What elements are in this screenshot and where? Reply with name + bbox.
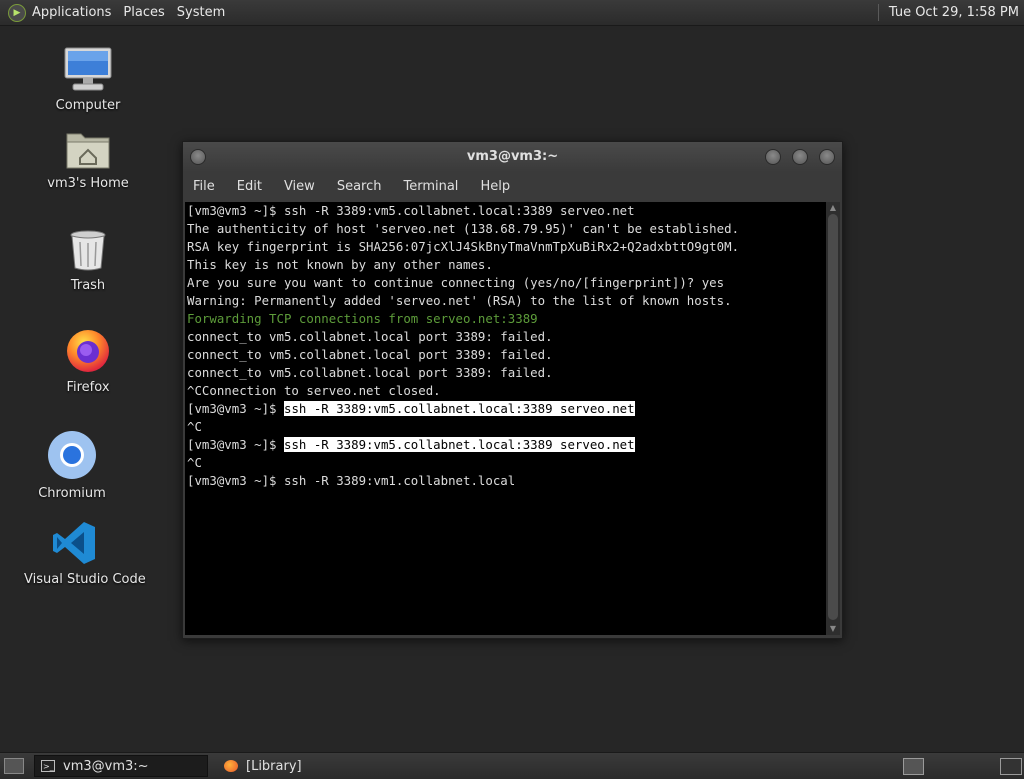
scroll-up-icon[interactable]: ▲ <box>828 203 838 213</box>
terminal-line: Are you sure you want to continue connec… <box>187 275 725 290</box>
desktop-icon-label: Trash <box>70 278 106 293</box>
terminal-line: connect_to vm5.collabnet.local port 3389… <box>187 347 553 362</box>
panel-separator <box>877 4 879 21</box>
menu-search[interactable]: Search <box>326 179 393 194</box>
terminal-line: connect_to vm5.collabnet.local port 3389… <box>187 329 553 344</box>
terminal-output[interactable]: [vm3@vm3 ~]$ ssh -R 3389:vm5.collabnet.l… <box>185 202 826 635</box>
terminal-line: connect_to vm5.collabnet.local port 3389… <box>187 365 553 380</box>
desktop-icon-firefox[interactable]: Firefox <box>38 326 138 395</box>
desktop-icon-label: Visual Studio Code <box>24 572 146 587</box>
prompt: [vm3@vm3 ~]$ <box>187 401 284 416</box>
scroll-down-icon[interactable]: ▼ <box>828 624 838 634</box>
top-panel: ▶ Applications Places System Tue Oct 29,… <box>0 0 1024 26</box>
desktop-icon-vscode[interactable]: Visual Studio Code <box>24 520 146 587</box>
desktop-icon-label: Chromium <box>38 486 106 501</box>
computer-icon <box>64 47 112 91</box>
taskbar-item-library[interactable]: [Library] <box>218 756 308 776</box>
minimize-button[interactable] <box>765 149 781 165</box>
applications-logo-icon[interactable]: ▶ <box>8 3 26 22</box>
menu-terminal[interactable]: Terminal <box>392 179 469 194</box>
terminal-line-current[interactable]: [vm3@vm3 ~]$ ssh -R 3389:vm1.collabnet.l… <box>185 472 826 490</box>
terminal-line: RSA key fingerprint is SHA256:07jcXlJ4Sk… <box>187 239 740 254</box>
firefox-icon <box>224 760 238 772</box>
taskbar-item-terminal[interactable]: >_ vm3@vm3:~ <box>34 755 208 777</box>
clock[interactable]: Tue Oct 29, 1:58 PM <box>889 5 1024 20</box>
terminal-line: ^CConnection to serveo.net closed. <box>187 383 441 398</box>
terminal-line: This key is not known by any other names… <box>187 257 493 272</box>
window-titlebar[interactable]: vm3@vm3:~ <box>183 142 842 172</box>
scrollbar-thumb[interactable] <box>828 214 838 620</box>
terminal-line: [vm3@vm3 ~]$ ssh -R 3389:vm5.collabnet.l… <box>185 436 826 454</box>
desktop-icon-chromium[interactable]: Chromium <box>22 430 122 501</box>
desktop-icon-computer[interactable]: Computer <box>38 46 138 113</box>
desktop-icon-trash[interactable]: Trash <box>38 228 138 293</box>
window-title: vm3@vm3:~ <box>466 149 559 164</box>
terminal-menubar: File Edit View Search Terminal Help <box>183 172 842 200</box>
terminal-icon: >_ <box>41 760 55 772</box>
terminal-line: ^C <box>187 419 202 434</box>
selected-command[interactable]: ssh -R 3389:vm5.collabnet.local:3389 ser… <box>283 437 635 452</box>
desktop-icon-label: Firefox <box>66 380 110 395</box>
taskbar-item-label: vm3@vm3:~ <box>63 758 149 774</box>
menu-file[interactable]: File <box>183 179 226 194</box>
selected-command[interactable]: ssh -R 3389:vm5.collabnet.local:3389 ser… <box>283 401 635 416</box>
home-folder-icon <box>66 133 110 169</box>
terminal-line: Warning: Permanently added 'serveo.net' … <box>187 293 732 308</box>
close-button[interactable] <box>819 149 835 165</box>
terminal-line: [vm3@vm3 ~]$ ssh -R 3389:vm5.collabnet.l… <box>187 203 635 218</box>
menu-places[interactable]: Places <box>117 5 170 20</box>
maximize-button[interactable] <box>792 149 808 165</box>
workspace-1-button[interactable] <box>903 758 924 775</box>
menu-applications[interactable]: Applications <box>30 5 117 20</box>
chromium-icon <box>48 431 96 479</box>
terminal-line: The authenticity of host 'serveo.net (13… <box>187 221 740 236</box>
terminal-scrollbar[interactable]: ▲ ▼ <box>826 202 840 635</box>
firefox-icon <box>67 330 109 372</box>
menu-help[interactable]: Help <box>469 179 521 194</box>
terminal-line-forwarding: Forwarding TCP connections from serveo.n… <box>187 311 538 326</box>
terminal-line: ^C <box>187 455 202 470</box>
desktop-icon-home[interactable]: vm3's Home <box>38 128 138 191</box>
terminal-window[interactable]: vm3@vm3:~ File Edit View Search Terminal… <box>182 141 843 639</box>
bottom-panel: >_ vm3@vm3:~ [Library] <box>0 752 1024 779</box>
menu-edit[interactable]: Edit <box>226 179 273 194</box>
taskbar-item-label: [Library] <box>246 758 302 774</box>
trash-icon <box>70 230 106 271</box>
desktop-icon-label: vm3's Home <box>47 176 129 191</box>
vscode-icon <box>53 522 95 564</box>
terminal-line: [vm3@vm3 ~]$ ssh -R 3389:vm5.collabnet.l… <box>185 400 826 418</box>
desktop-icon-label: Computer <box>55 98 121 113</box>
menu-system[interactable]: System <box>171 5 231 20</box>
menu-view[interactable]: View <box>273 179 326 194</box>
workspace-2-button[interactable] <box>1000 758 1022 775</box>
prompt: [vm3@vm3 ~]$ <box>187 437 284 452</box>
show-desktop-icon[interactable] <box>4 758 24 774</box>
